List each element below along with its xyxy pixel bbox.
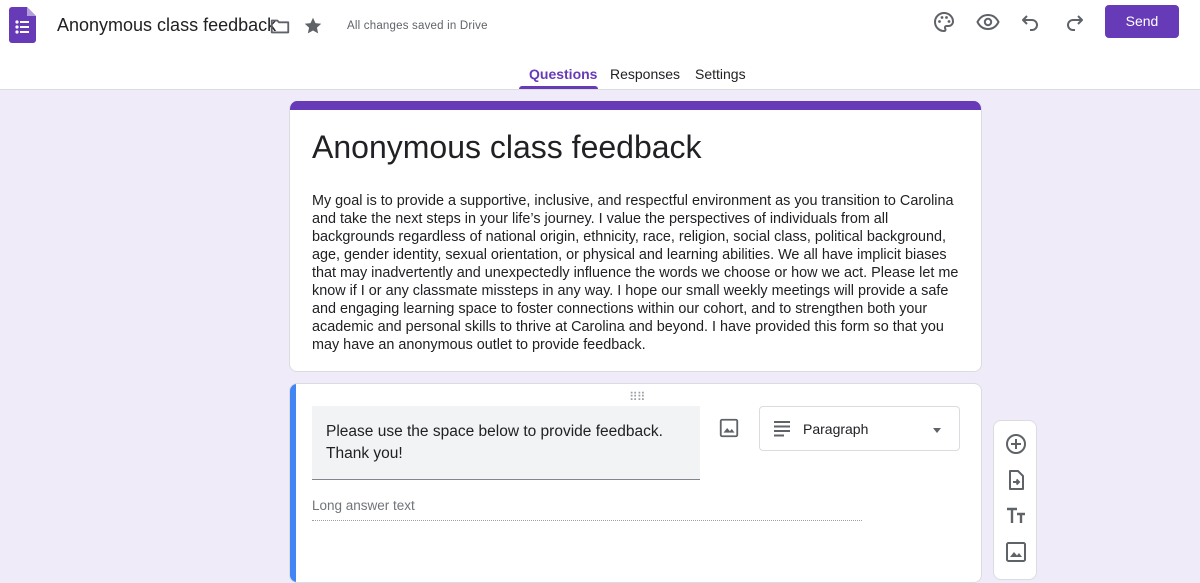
document-title[interactable]: Anonymous class feedback bbox=[57, 15, 276, 36]
paragraph-lines-icon bbox=[774, 421, 790, 437]
customize-theme-button[interactable] bbox=[930, 8, 958, 36]
redo-button[interactable] bbox=[1060, 8, 1088, 36]
active-tab-indicator bbox=[519, 86, 598, 89]
floating-toolbar bbox=[993, 420, 1037, 580]
dropdown-caret-icon bbox=[933, 428, 941, 433]
undo-icon bbox=[1022, 15, 1038, 31]
undo-button[interactable] bbox=[1017, 8, 1045, 36]
form-description[interactable]: My goal is to provide a supportive, incl… bbox=[312, 192, 962, 354]
save-status: All changes saved in Drive bbox=[347, 20, 488, 32]
send-button[interactable]: Send bbox=[1105, 5, 1179, 38]
add-image-icon[interactable] bbox=[1004, 540, 1028, 564]
add-circle-icon[interactable] bbox=[1004, 432, 1028, 456]
long-answer-placeholder: Long answer text bbox=[312, 498, 862, 521]
folder-icon[interactable] bbox=[269, 15, 291, 37]
drag-handle-icon[interactable]: ⠿⠿ bbox=[629, 390, 646, 404]
eye-icon bbox=[976, 13, 1000, 31]
active-card-indicator bbox=[290, 384, 296, 582]
add-title-icon[interactable] bbox=[1004, 504, 1028, 528]
form-title[interactable]: Anonymous class feedback bbox=[312, 129, 702, 166]
redo-icon bbox=[1067, 15, 1083, 31]
form-header-card[interactable]: Anonymous class feedback My goal is to p… bbox=[289, 101, 982, 372]
question-type-label: Paragraph bbox=[803, 421, 869, 437]
star-icon[interactable] bbox=[302, 15, 324, 37]
question-card[interactable]: ⠿⠿ Please use the space below to provide… bbox=[289, 383, 982, 583]
question-type-dropdown[interactable]: Paragraph bbox=[759, 406, 960, 451]
preview-button[interactable] bbox=[974, 8, 1002, 36]
palette-icon bbox=[934, 11, 955, 33]
question-text[interactable]: Please use the space below to provide fe… bbox=[326, 421, 691, 465]
question-title-field[interactable]: Please use the space below to provide fe… bbox=[312, 406, 700, 480]
image-icon[interactable] bbox=[718, 417, 740, 439]
google-forms-icon[interactable] bbox=[9, 7, 36, 43]
theme-accent-bar bbox=[290, 101, 981, 110]
top-bar: Anonymous class feedback All changes sav… bbox=[0, 0, 1200, 90]
tab-responses[interactable]: Responses bbox=[610, 66, 680, 82]
tab-questions[interactable]: Questions bbox=[529, 66, 597, 82]
tab-settings[interactable]: Settings bbox=[695, 66, 746, 82]
import-questions-icon[interactable] bbox=[1004, 468, 1028, 492]
